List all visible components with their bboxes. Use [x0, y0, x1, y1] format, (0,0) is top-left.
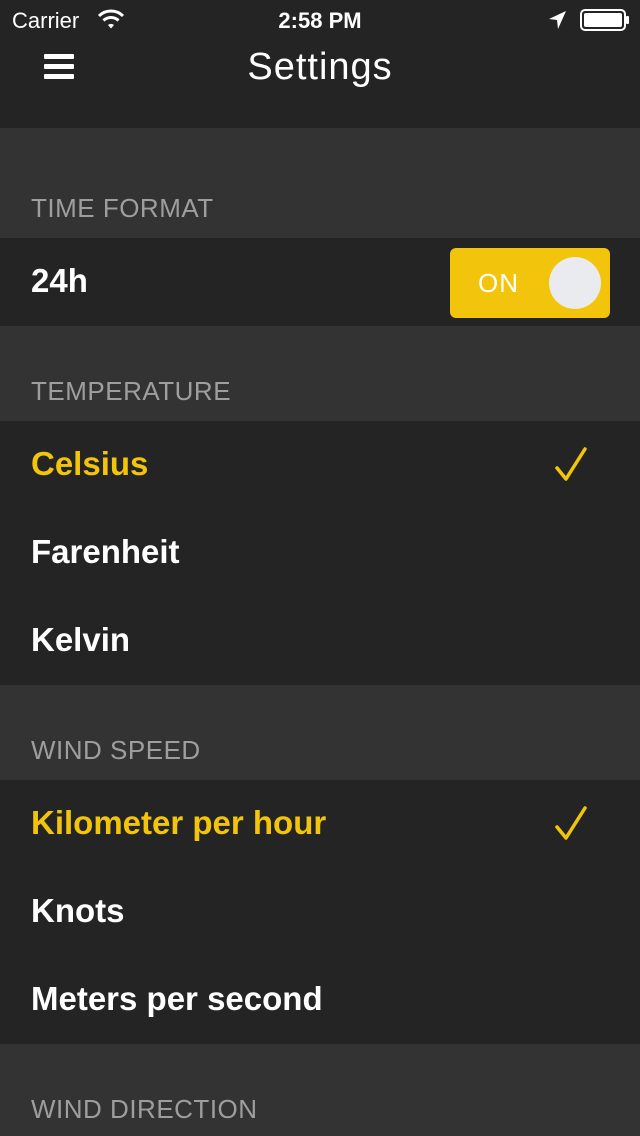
option-farenheit[interactable]: Farenheit: [0, 509, 640, 597]
section-header-wind-direction: WIND DIRECTION: [0, 1044, 640, 1136]
wind-speed-group: Kilometer per hour Knots Meters per seco…: [0, 780, 640, 1044]
temperature-group: Celsius Farenheit Kelvin: [0, 421, 640, 685]
section-header-label: TEMPERATURE: [31, 376, 232, 406]
option-label: Farenheit: [31, 533, 180, 570]
row-label-24h: 24h: [31, 262, 88, 299]
toggle-knob: [549, 257, 601, 309]
row-24h: 24h ON: [0, 238, 640, 326]
option-label: Celsius: [31, 445, 149, 482]
toggle-24h[interactable]: ON: [450, 248, 610, 318]
option-label: Kelvin: [31, 621, 131, 658]
option-label: Meters per second: [31, 980, 323, 1017]
toggle-label: ON: [478, 268, 519, 298]
settings-content: TIME FORMAT 24h ON TEMPERATURE Celsius F…: [0, 128, 640, 1136]
option-knots[interactable]: Knots: [0, 868, 640, 956]
section-header-label: TIME FORMAT: [31, 193, 214, 223]
battery-icon: [580, 9, 629, 31]
section-header-time-format: TIME FORMAT: [0, 128, 640, 238]
time-format-group: 24h ON: [0, 238, 640, 326]
section-header-wind-speed: WIND SPEED: [0, 685, 640, 780]
status-time: 2:58 PM: [278, 8, 362, 33]
location-icon: [549, 11, 566, 29]
top-bar: Carrier 2:58 PM Settings: [0, 0, 640, 128]
checkmark-icon: [555, 806, 587, 840]
status-bar: Carrier 2:58 PM: [0, 0, 640, 40]
option-meters-per-second[interactable]: Meters per second: [0, 956, 640, 1044]
option-label: Kilometer per hour: [31, 804, 327, 841]
section-header-label: WIND SPEED: [31, 735, 201, 765]
page-title: Settings: [247, 46, 393, 88]
navigation-bar: Settings: [0, 40, 640, 128]
checkmark-icon: [555, 447, 587, 481]
option-celsius[interactable]: Celsius: [0, 421, 640, 509]
section-header-label: WIND DIRECTION: [31, 1094, 258, 1124]
option-label: Knots: [31, 892, 125, 929]
section-header-temperature: TEMPERATURE: [0, 326, 640, 421]
option-kilometer-per-hour[interactable]: Kilometer per hour: [0, 780, 640, 868]
option-kelvin[interactable]: Kelvin: [0, 597, 640, 685]
